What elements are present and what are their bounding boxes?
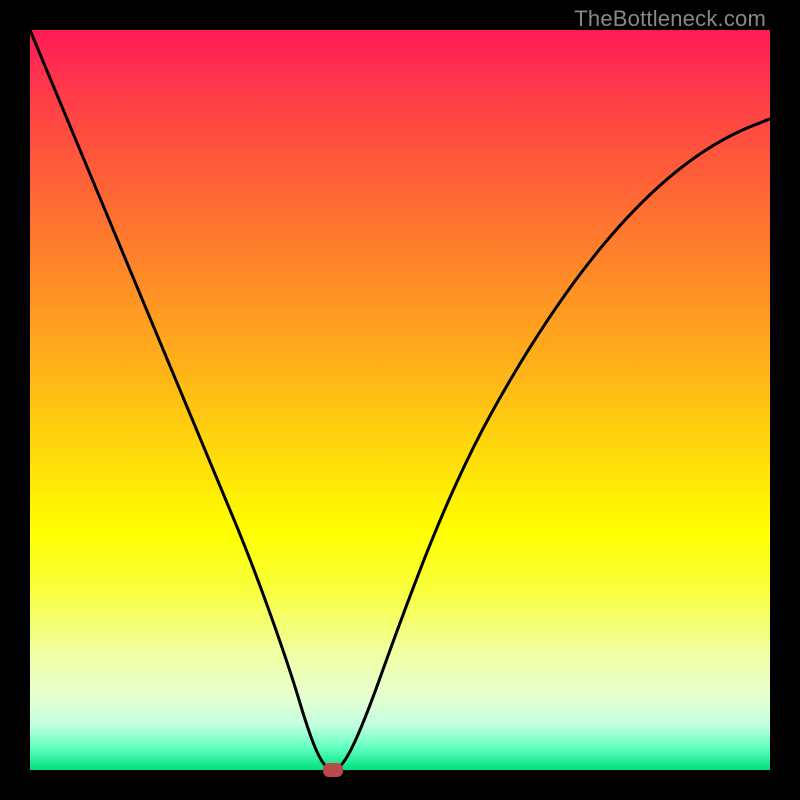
minimum-marker [323,763,343,777]
chart-frame: TheBottleneck.com [0,0,800,800]
bottleneck-curve [30,30,770,770]
curve-line [30,30,770,770]
watermark-text: TheBottleneck.com [574,6,766,32]
